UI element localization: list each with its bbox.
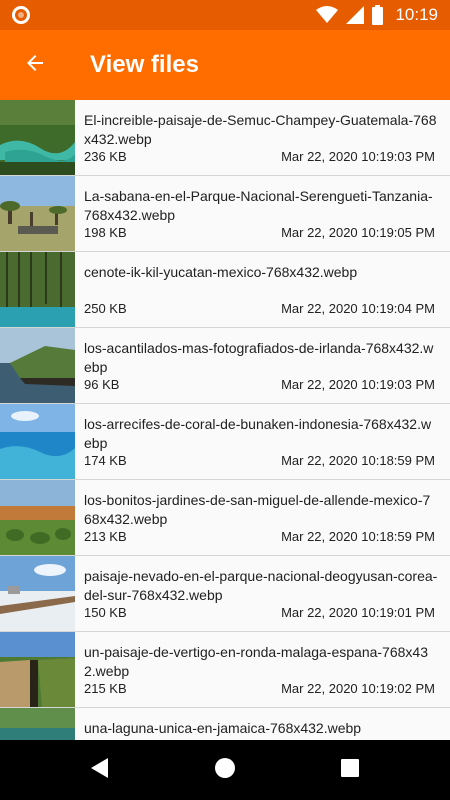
file-thumbnail: [0, 556, 75, 631]
status-icons: 10:19: [316, 0, 438, 30]
file-row[interactable]: una-laguna-unica-en-jamaica-768x432.webp: [0, 708, 450, 740]
nav-back-button[interactable]: [70, 740, 130, 800]
file-size: 236 KB: [84, 149, 127, 164]
file-name: un-paisaje-de-vertigo-en-ronda-malaga-es…: [84, 644, 428, 679]
file-date: Mar 22, 2020 10:19:03 PM: [281, 377, 435, 392]
signal-icon: [346, 6, 365, 24]
file-row[interactable]: paisaje-nevado-en-el-parque-nacional-deo…: [0, 556, 450, 632]
app-notification-icon: [12, 6, 30, 24]
file-size: 215 KB: [84, 681, 127, 696]
file-row[interactable]: El-increible-paisaje-de-Semuc-Champey-Gu…: [0, 100, 450, 176]
file-name: El-increible-paisaje-de-Semuc-Champey-Gu…: [84, 112, 437, 147]
file-row[interactable]: La-sabana-en-el-Parque-Nacional-Serengue…: [0, 176, 450, 252]
file-thumbnail: [0, 100, 75, 175]
page-title: View files: [90, 51, 199, 78]
file-date: Mar 22, 2020 10:19:05 PM: [281, 225, 435, 240]
file-size: 96 KB: [84, 377, 120, 392]
wifi-icon: [316, 6, 339, 24]
file-thumbnail: [0, 176, 75, 251]
file-name: paisaje-nevado-en-el-parque-nacional-deo…: [84, 568, 438, 603]
file-thumbnail: [0, 480, 75, 555]
file-date: Mar 22, 2020 10:18:59 PM: [281, 529, 435, 544]
file-thumbnail: [0, 708, 75, 740]
back-button[interactable]: [14, 44, 56, 86]
nav-recents-icon: [340, 758, 360, 783]
status-bar: 10:19: [0, 0, 450, 30]
file-thumbnail: [0, 632, 75, 707]
file-row[interactable]: los-arrecifes-de-coral-de-bunaken-indone…: [0, 404, 450, 480]
battery-icon: [372, 5, 384, 25]
nav-home-button[interactable]: [195, 740, 255, 800]
file-date: Mar 22, 2020 10:19:01 PM: [281, 605, 435, 620]
nav-home-icon: [214, 757, 236, 784]
file-thumbnail: [0, 328, 75, 403]
file-row[interactable]: cenote-ik-kil-yucatan-mexico-768x432.web…: [0, 252, 450, 328]
file-size: 174 KB: [84, 453, 127, 468]
nav-back-icon: [90, 757, 110, 784]
file-list[interactable]: El-increible-paisaje-de-Semuc-Champey-Gu…: [0, 100, 450, 740]
file-name: los-bonitos-jardines-de-san-miguel-de-al…: [84, 492, 431, 527]
file-name: La-sabana-en-el-Parque-Nacional-Serengue…: [84, 188, 433, 223]
status-time: 10:19: [395, 5, 438, 24]
file-name: los-acantilados-mas-fotografiados-de-irl…: [84, 340, 434, 375]
file-size: 213 KB: [84, 529, 127, 544]
file-size: 250 KB: [84, 301, 127, 316]
file-row[interactable]: los-acantilados-mas-fotografiados-de-irl…: [0, 328, 450, 404]
file-thumbnail: [0, 404, 75, 479]
system-nav-bar: [0, 740, 450, 800]
file-date: Mar 22, 2020 10:18:59 PM: [281, 453, 435, 468]
file-name: los-arrecifes-de-coral-de-bunaken-indone…: [84, 416, 432, 451]
file-name: una-laguna-unica-en-jamaica-768x432.webp: [84, 720, 362, 736]
file-date: Mar 22, 2020 10:19:04 PM: [281, 301, 435, 316]
file-name: cenote-ik-kil-yucatan-mexico-768x432.web…: [84, 264, 358, 280]
arrow-back-icon: [23, 51, 47, 80]
file-date: Mar 22, 2020 10:19:03 PM: [281, 149, 435, 164]
file-size: 150 KB: [84, 605, 127, 620]
file-row[interactable]: un-paisaje-de-vertigo-en-ronda-malaga-es…: [0, 632, 450, 708]
file-date: Mar 22, 2020 10:19:02 PM: [281, 681, 435, 696]
file-thumbnail: [0, 252, 75, 327]
app-bar: View files: [0, 30, 450, 100]
nav-recents-button[interactable]: [320, 740, 380, 800]
file-size: 198 KB: [84, 225, 127, 240]
file-row[interactable]: los-bonitos-jardines-de-san-miguel-de-al…: [0, 480, 450, 556]
